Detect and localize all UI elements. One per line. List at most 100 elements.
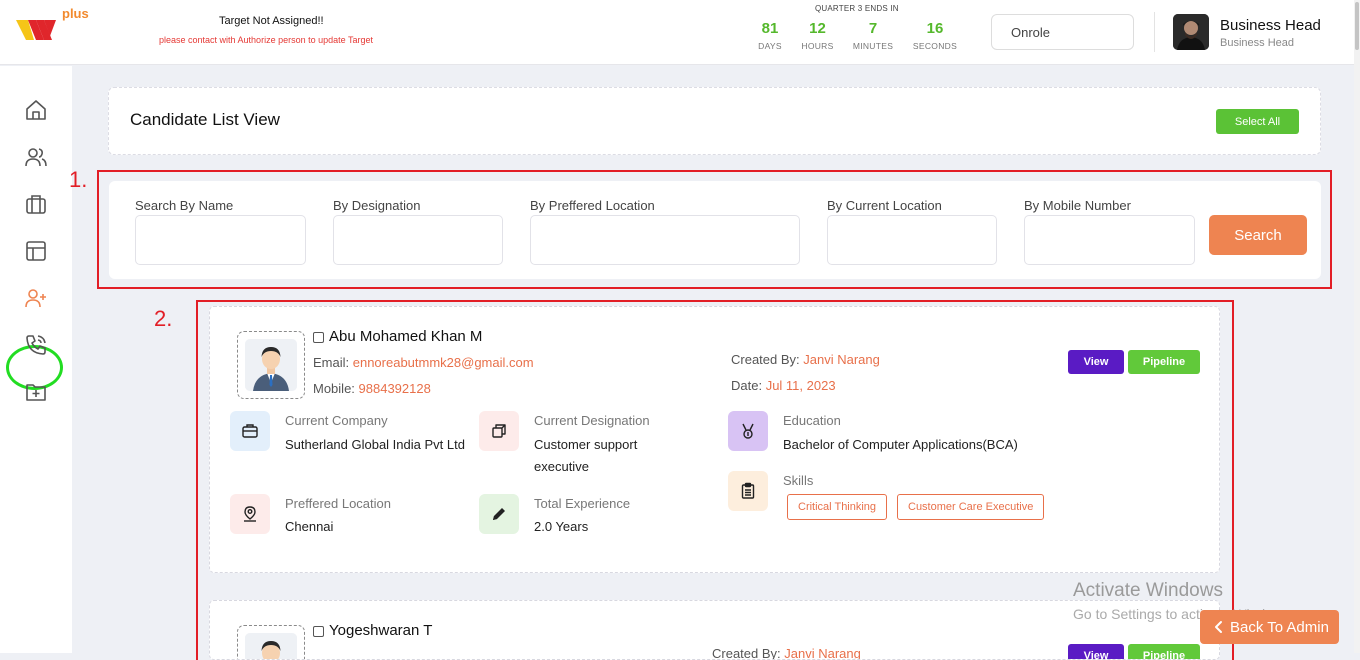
quarter-countdown-label: QUARTER 3 ENDS IN <box>815 4 899 13</box>
clipboard-icon <box>728 471 768 511</box>
created-date: Date: Jul 11, 2023 <box>731 378 836 393</box>
countdown-hours: 12 HOURS <box>800 20 835 51</box>
created-by-label: Created By: <box>731 352 804 367</box>
phone-call-icon[interactable] <box>23 332 49 358</box>
preferred-location-label: Preffered Location <box>285 496 391 511</box>
preferred-location-input[interactable] <box>530 215 800 265</box>
current-company-label: Current Company <box>285 413 388 428</box>
folder-plus-icon[interactable] <box>23 379 49 405</box>
select-all-button[interactable]: Select All <box>1216 109 1299 134</box>
search-by-name-input[interactable] <box>135 215 306 265</box>
skill-tag: Critical Thinking <box>787 494 888 520</box>
mobile-number-label: By Mobile Number <box>1024 198 1131 213</box>
candidate-photo <box>237 625 305 659</box>
users-icon[interactable] <box>23 144 49 170</box>
created-by: Created By: Janvi Narang <box>712 646 861 660</box>
email-label: Email: <box>313 355 353 370</box>
candidate-select-checkbox[interactable] <box>313 332 324 343</box>
countdown-seconds: 16 SECONDS <box>910 20 960 51</box>
created-by-value: Janvi Narang <box>803 352 880 367</box>
education-label: Education <box>783 413 841 428</box>
user-avatar[interactable] <box>1173 14 1209 50</box>
annotation-number-2: 2. <box>154 306 173 331</box>
search-filter-card: Search By Name By Designation By Preffer… <box>109 181 1321 279</box>
mobile-label: Mobile: <box>313 381 359 396</box>
view-button[interactable]: View <box>1068 644 1124 659</box>
target-status-message: please contact with Authorize person to … <box>159 35 373 45</box>
role-select[interactable]: Onrole <box>991 14 1134 50</box>
chevron-left-icon <box>1215 621 1222 633</box>
view-button[interactable]: View <box>1068 350 1124 374</box>
current-location-input[interactable] <box>827 215 997 265</box>
email-value[interactable]: ennoreabutmmk28@gmail.com <box>353 355 534 370</box>
created-by-value: Janvi Narang <box>784 646 861 660</box>
top-header: plus Target Not Assigned!! please contac… <box>0 0 1360 65</box>
candidate-mobile: Mobile: 9884392128 <box>313 381 431 396</box>
cube-icon <box>479 411 519 451</box>
briefcase-icon <box>230 411 270 451</box>
logo-plus-text: plus <box>62 6 89 21</box>
pipeline-button[interactable]: Pipeline <box>1128 644 1200 659</box>
user-name[interactable]: Business Head <box>1220 17 1321 34</box>
countdown-days-label: DAYS <box>758 41 782 51</box>
pipeline-button[interactable]: Pipeline <box>1128 350 1200 374</box>
date-value: Jul 11, 2023 <box>765 378 836 393</box>
created-by: Created By: Janvi Narang <box>731 352 880 367</box>
candidate-card: Abu Mohamed Khan M Email: ennoreabutmmk2… <box>209 306 1220 573</box>
countdown-days: 81 DAYS <box>756 20 784 51</box>
activate-windows-title: Activate Windows <box>1073 580 1223 601</box>
page-title: Candidate List View <box>130 110 280 129</box>
location-user-icon <box>230 494 270 534</box>
candidate-email: Email: ennoreabutmmk28@gmail.com <box>313 355 534 370</box>
person-avatar-icon <box>245 339 297 391</box>
pencil-icon <box>479 494 519 534</box>
user-role: Business Head <box>1220 37 1294 49</box>
medal-icon <box>728 411 768 451</box>
annotation-number-1: 1. <box>69 167 88 192</box>
search-by-name-label: Search By Name <box>135 198 234 213</box>
current-company-value: Sutherland Global India Pvt Ltd <box>285 437 465 452</box>
preferred-location-value: Chennai <box>285 519 334 534</box>
user-avatar-icon <box>1173 14 1209 50</box>
countdown-minutes-value: 7 <box>868 20 878 37</box>
sidebar <box>0 66 72 653</box>
briefcase-icon[interactable] <box>23 191 49 217</box>
date-label: Date: <box>731 378 766 393</box>
preferred-location-label: By Preffered Location <box>530 198 655 213</box>
person-avatar-icon <box>245 633 297 659</box>
designation-input[interactable] <box>333 215 503 265</box>
total-experience-label: Total Experience <box>534 496 631 511</box>
education-value: Bachelor of Computer Applications(BCA) <box>783 437 1018 452</box>
countdown-seconds-label: SECONDS <box>912 41 958 51</box>
mobile-number-input[interactable] <box>1024 215 1195 265</box>
page-scrollbar-thumb[interactable] <box>1355 2 1359 50</box>
candidate-list-header-card: Candidate List View Select All <box>108 87 1321 155</box>
candidate-card: Yogeshwaran T Created By: Janvi Narang V… <box>209 600 1220 660</box>
current-designation-label: Current Designation <box>534 413 650 428</box>
countdown-hours-label: HOURS <box>801 41 834 51</box>
designation-label: By Designation <box>333 198 421 213</box>
countdown-hours-value: 12 <box>809 20 826 37</box>
layout-icon[interactable] <box>23 238 49 264</box>
skills-label: Skills <box>783 473 814 488</box>
candidate-select-checkbox[interactable] <box>313 626 324 637</box>
user-plus-icon[interactable] <box>23 285 49 311</box>
candidate-name: Abu Mohamed Khan M <box>329 328 483 345</box>
page-scrollbar[interactable] <box>1354 0 1360 653</box>
skill-tag: Customer Care Executive <box>897 494 1045 520</box>
total-experience-value: 2.0 Years <box>534 519 589 534</box>
mobile-value[interactable]: 9884392128 <box>359 381 431 396</box>
countdown-seconds-value: 16 <box>926 20 944 37</box>
candidate-photo <box>237 331 305 399</box>
current-designation-value: Customer support executive <box>534 437 638 474</box>
home-icon[interactable] <box>23 97 49 123</box>
countdown-minutes: 7 MINUTES <box>852 20 894 51</box>
countdown-minutes-label: MINUTES <box>852 41 894 51</box>
app-logo[interactable]: plus <box>14 6 98 50</box>
target-status-title: Target Not Assigned!! <box>219 15 324 27</box>
header-divider <box>1154 12 1155 52</box>
search-button[interactable]: Search <box>1209 215 1307 255</box>
created-by-label: Created By: <box>712 646 785 660</box>
current-location-label: By Current Location <box>827 198 942 213</box>
candidate-name: Yogeshwaran T <box>329 622 433 639</box>
